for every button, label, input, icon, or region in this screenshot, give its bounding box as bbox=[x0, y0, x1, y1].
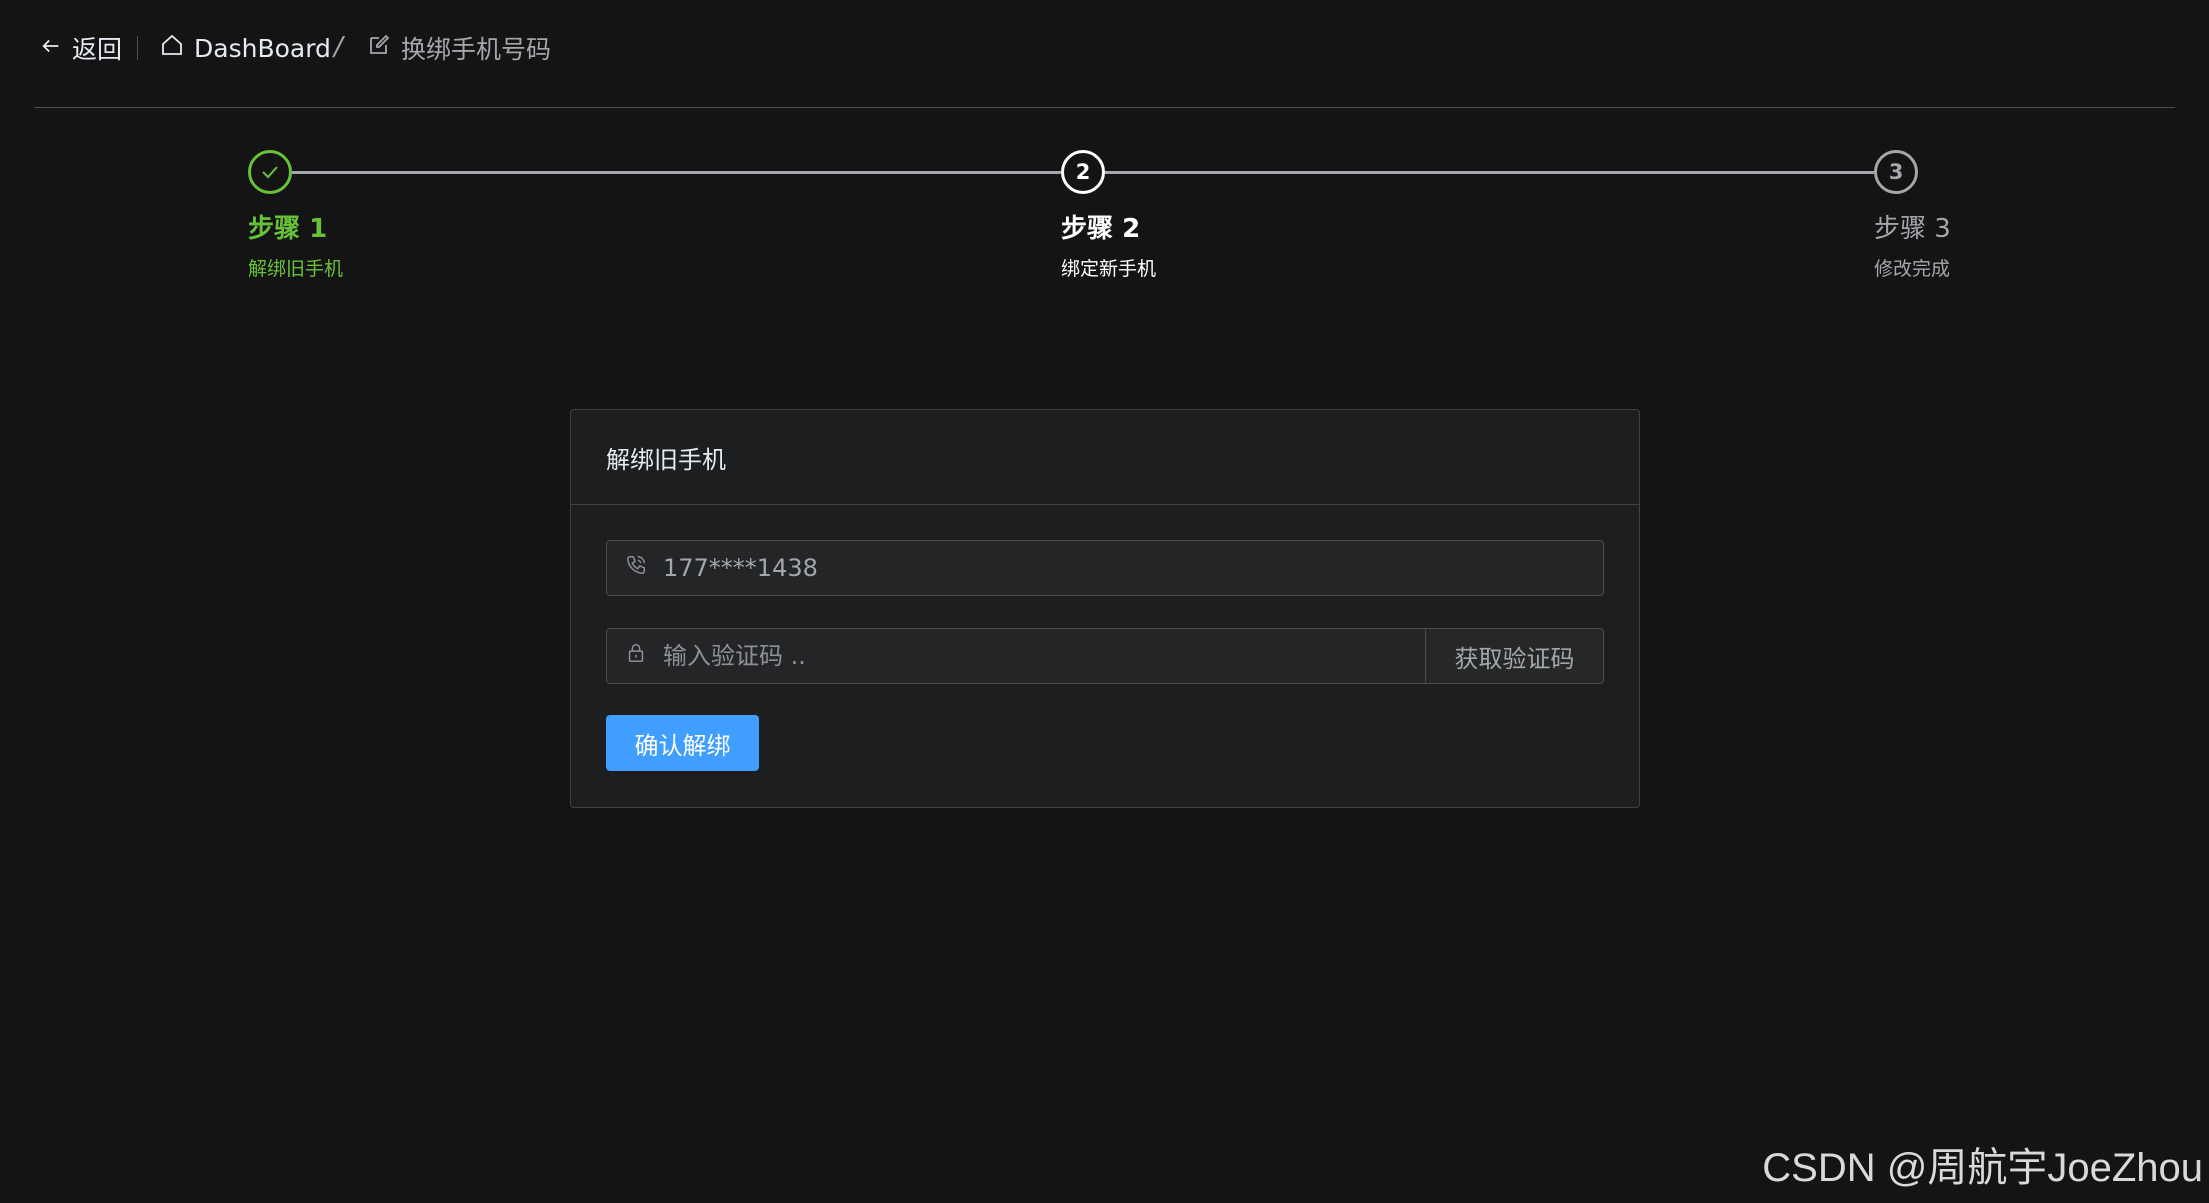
phone-input[interactable] bbox=[663, 554, 1585, 582]
step-1-check-icon bbox=[248, 150, 292, 194]
back-label: 返回 bbox=[72, 35, 123, 64]
page-header: 返回 DashBoard / 换绑手机号码 bbox=[34, 0, 2175, 108]
confirm-unbind-button[interactable]: 确认解绑 bbox=[606, 715, 759, 771]
code-input-group: 获取验证码 bbox=[606, 628, 1604, 684]
step-2-title-number: 2 bbox=[1122, 214, 1141, 244]
get-code-button[interactable]: 获取验证码 bbox=[1426, 628, 1604, 684]
back-button[interactable]: 返回 bbox=[40, 30, 122, 66]
code-field[interactable] bbox=[606, 628, 1426, 684]
step-2-description: 绑定新手机 bbox=[1061, 258, 1157, 280]
home-icon bbox=[160, 33, 184, 63]
step-3-title-number: 3 bbox=[1934, 214, 1951, 244]
arrow-left-icon bbox=[40, 34, 62, 63]
code-input[interactable] bbox=[663, 642, 1407, 670]
watermark: CSDN @周航宇JoeZhou bbox=[1762, 1146, 2203, 1190]
card-body: 获取验证码 确认解绑 bbox=[571, 505, 1639, 806]
step-2-number: 2 bbox=[1061, 150, 1105, 194]
step-3-description: 修改完成 bbox=[1874, 258, 1951, 280]
breadcrumb-current: 换绑手机号码 bbox=[367, 30, 551, 66]
step-1-description: 解绑旧手机 bbox=[248, 258, 344, 280]
step-3-title-text: 步骤 bbox=[1874, 214, 1927, 244]
header-divider bbox=[137, 36, 138, 60]
breadcrumb-current-label: 换绑手机号码 bbox=[401, 35, 552, 64]
step-1-title: 步骤 1 bbox=[248, 208, 327, 245]
step-2-title-text: 步骤 bbox=[1061, 214, 1114, 244]
step-connector-2 bbox=[1105, 171, 1874, 174]
step-3-number: 3 bbox=[1874, 150, 1918, 194]
step-2-title: 步骤 2 bbox=[1061, 208, 1140, 245]
unbind-card: 解绑旧手机 获取验证码 确认解绑 bbox=[570, 409, 1640, 808]
step-3-title: 步骤 3 bbox=[1874, 208, 1951, 245]
breadcrumb-separator: / bbox=[334, 32, 343, 62]
step-1-title-text: 步骤 bbox=[248, 214, 301, 244]
phone-field[interactable] bbox=[606, 540, 1604, 596]
step-connector-1 bbox=[292, 171, 1061, 174]
steps: 2 3 步骤 1 步骤 2 步骤 3 解绑旧手机 绑定新手机 修改完成 bbox=[248, 150, 1970, 290]
breadcrumb-dashboard[interactable]: DashBoard bbox=[160, 30, 331, 66]
step-1-title-number: 1 bbox=[309, 214, 328, 244]
edit-icon bbox=[367, 33, 391, 63]
lock-icon bbox=[625, 642, 647, 670]
phone-icon bbox=[625, 554, 647, 582]
card-title: 解绑旧手机 bbox=[571, 410, 1639, 505]
breadcrumb-dashboard-label: DashBoard bbox=[194, 33, 331, 63]
